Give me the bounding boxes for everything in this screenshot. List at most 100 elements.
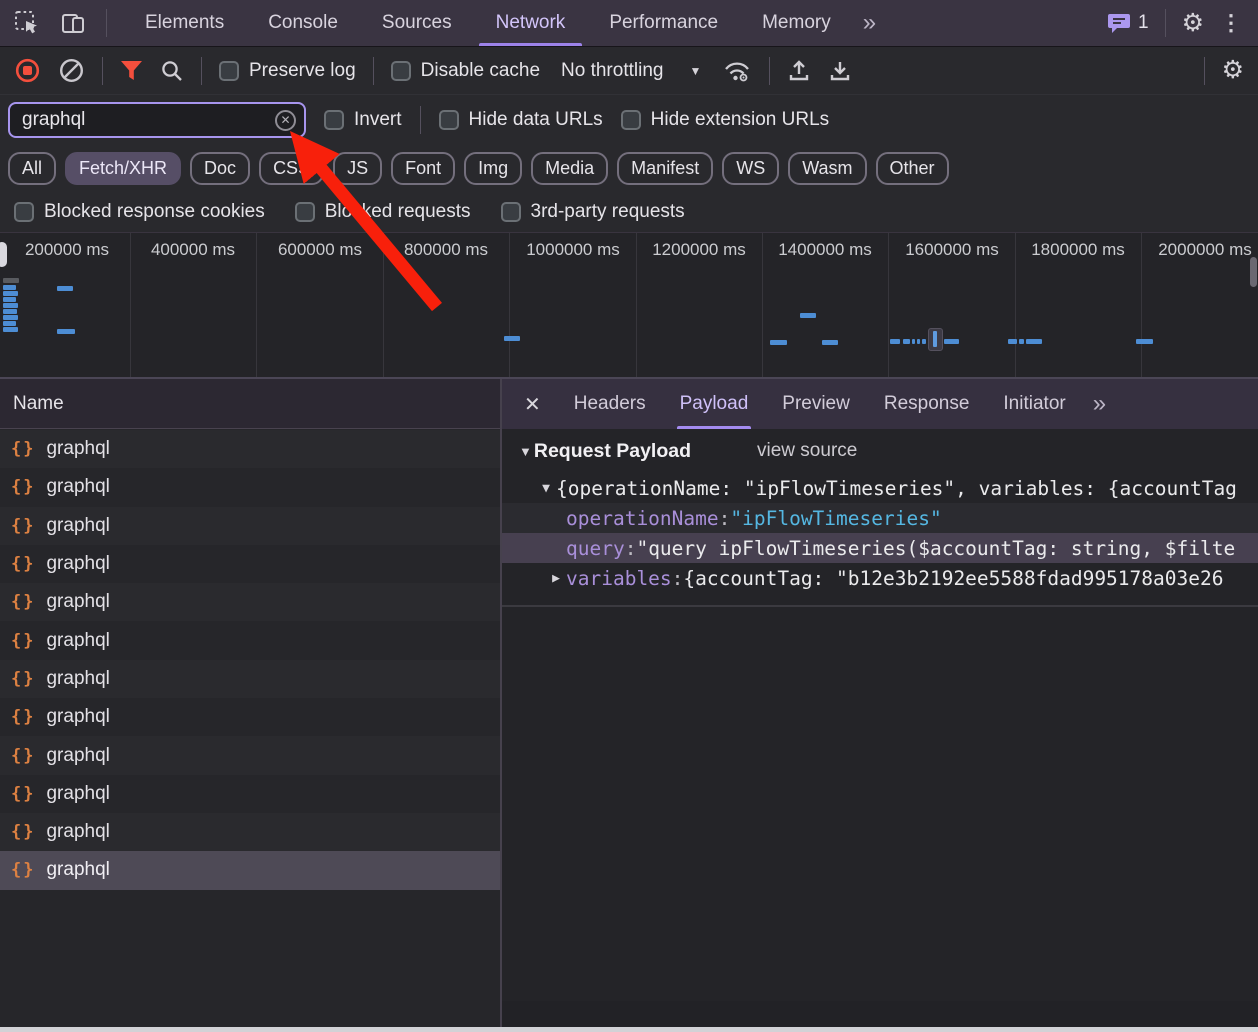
clear-filter-icon[interactable]: ✕ [275, 110, 296, 131]
tab-sources[interactable]: Sources [360, 0, 474, 46]
tab-headers[interactable]: Headers [557, 379, 663, 429]
timeline-left-handle[interactable] [0, 242, 7, 267]
json-icon: {} [11, 439, 35, 459]
export-har-icon[interactable] [828, 58, 852, 84]
table-row[interactable]: {} graphql [0, 660, 501, 698]
chip-fetch-xhr[interactable]: Fetch/XHR [65, 152, 181, 185]
filter-input[interactable]: ✕ [8, 102, 306, 138]
clear-network-log-icon[interactable] [58, 57, 85, 84]
tab-response[interactable]: Response [867, 379, 987, 429]
tab-network[interactable]: Network [474, 0, 588, 46]
table-row[interactable]: {} graphql [0, 736, 501, 774]
issues-bubble-icon [1107, 12, 1131, 34]
timeline-bar [3, 278, 19, 283]
tab-payload[interactable]: Payload [663, 379, 766, 429]
table-row[interactable]: {} graphql [0, 813, 501, 851]
import-har-icon[interactable] [787, 58, 811, 84]
timeline-tick: 1600000 ms [889, 233, 1016, 377]
checkbox[interactable] [621, 110, 641, 130]
chip-img[interactable]: Img [464, 152, 522, 185]
table-row[interactable]: {} graphql [0, 621, 501, 659]
overview-timeline[interactable]: 200000 ms 400000 ms 600000 ms 800000 ms … [0, 233, 1258, 379]
chip-css[interactable]: CSS [259, 152, 324, 185]
chip-js[interactable]: JS [333, 152, 382, 185]
collapse-triangle-icon[interactable]: ▼ [519, 444, 532, 459]
chip-doc[interactable]: Doc [190, 152, 250, 185]
checkbox[interactable] [14, 202, 34, 222]
tab-initiator[interactable]: Initiator [986, 379, 1082, 429]
timeline-bar [3, 327, 18, 332]
timeline-tick: 200000 ms [4, 233, 131, 377]
preserve-log-checkbox[interactable]: Preserve log [219, 60, 356, 82]
chip-manifest[interactable]: Manifest [617, 152, 713, 185]
table-row[interactable]: {} graphql [0, 468, 501, 506]
table-row[interactable]: {} graphql [0, 775, 501, 813]
payload-row-query[interactable]: query: "query ipFlowTimeseries($accountT… [502, 533, 1258, 563]
payload-row-variables[interactable]: ▶ variables: {accountTag: "b12e3b2192ee5… [502, 563, 1258, 593]
disable-cache-checkbox[interactable]: Disable cache [391, 60, 540, 82]
expand-triangle-icon[interactable]: ▶ [552, 571, 560, 586]
inspect-element-icon[interactable] [14, 10, 40, 36]
checkbox[interactable] [439, 110, 459, 130]
network-settings-gear-icon[interactable]: ⚙ [1222, 58, 1244, 83]
tab-preview[interactable]: Preview [765, 379, 867, 429]
timeline-bar [1008, 339, 1017, 344]
chip-other[interactable]: Other [876, 152, 949, 185]
chip-all[interactable]: All [8, 152, 56, 185]
hide-extension-urls-checkbox[interactable]: Hide extension URLs [621, 109, 829, 131]
filter-text-field[interactable] [22, 109, 275, 131]
toolbar-divider [769, 57, 770, 85]
checkbox[interactable] [324, 110, 344, 130]
checkbox[interactable] [501, 202, 521, 222]
search-icon[interactable] [160, 59, 184, 83]
issues-counter[interactable]: 1 [1107, 12, 1149, 34]
chip-font[interactable]: Font [391, 152, 455, 185]
toolbar-divider [373, 57, 374, 85]
throttling-select[interactable]: No throttling ▼ [557, 60, 705, 82]
chip-media[interactable]: Media [531, 152, 608, 185]
timeline-bar [3, 297, 16, 302]
payload-row-operationname[interactable]: operationName: "ipFlowTimeseries" [502, 503, 1258, 533]
table-row[interactable]: {} graphql [0, 583, 501, 621]
payload-preview-row[interactable]: ▼ {operationName: "ipFlowTimeseries", va… [502, 473, 1258, 503]
toolbar-divider [1204, 57, 1205, 85]
kebab-menu-icon[interactable]: ⋮ [1220, 12, 1242, 34]
settings-gear-icon[interactable]: ⚙ [1182, 11, 1204, 36]
chip-wasm[interactable]: Wasm [788, 152, 866, 185]
device-toolbar-icon[interactable] [60, 10, 86, 36]
tab-elements[interactable]: Elements [123, 0, 246, 46]
tab-performance[interactable]: Performance [587, 0, 740, 46]
close-icon[interactable]: ✕ [510, 392, 557, 417]
table-row[interactable]: {} graphql [0, 698, 501, 736]
table-row[interactable]: {} graphql [0, 851, 501, 889]
tab-memory[interactable]: Memory [740, 0, 853, 46]
more-tabs-icon[interactable]: » [853, 11, 884, 35]
network-conditions-icon[interactable] [722, 59, 752, 83]
blocked-response-cookies-checkbox[interactable]: Blocked response cookies [14, 201, 265, 223]
timeline-bar [1019, 339, 1024, 344]
tab-console[interactable]: Console [246, 0, 360, 46]
checkbox[interactable] [295, 202, 315, 222]
chip-ws[interactable]: WS [722, 152, 779, 185]
more-detail-tabs-icon[interactable]: » [1083, 392, 1114, 416]
third-party-requests-checkbox[interactable]: 3rd-party requests [501, 201, 685, 223]
filter-funnel-icon[interactable] [120, 60, 143, 81]
table-row[interactable]: {} graphql [0, 507, 501, 545]
timeline-scrollbar-thumb[interactable] [1250, 257, 1257, 287]
invert-checkbox[interactable]: Invert [324, 109, 402, 131]
checkbox[interactable] [219, 61, 239, 81]
toolbar-divider [106, 9, 107, 37]
view-source-link[interactable]: view source [757, 440, 857, 462]
timeline-bar [770, 340, 787, 345]
table-row[interactable]: {} graphql [0, 430, 501, 468]
collapse-triangle-icon[interactable]: ▼ [542, 481, 550, 496]
table-row[interactable]: {} graphql [0, 545, 501, 583]
hide-data-urls-checkbox[interactable]: Hide data URLs [439, 109, 603, 131]
record-network-log-icon[interactable] [14, 57, 41, 84]
timeline-tick: 1800000 ms [1015, 233, 1142, 377]
blocked-requests-checkbox[interactable]: Blocked requests [295, 201, 471, 223]
resource-type-chips: All Fetch/XHR Doc CSS JS Font Img Media … [0, 145, 1258, 191]
name-column-header[interactable]: Name [0, 379, 501, 429]
timeline-tick: 400000 ms [130, 233, 257, 377]
checkbox[interactable] [391, 61, 411, 81]
